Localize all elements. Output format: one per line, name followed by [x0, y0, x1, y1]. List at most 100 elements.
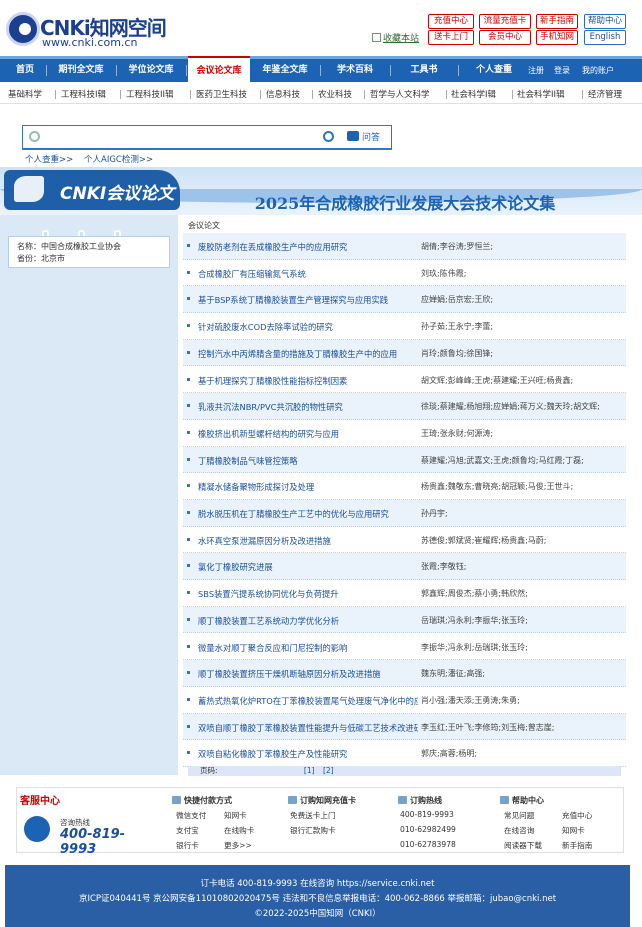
subject-information[interactable]: 信息科技: [266, 88, 300, 100]
site-footer: 订卡电话 400-819-9993 在线咨询 https://service.c…: [5, 865, 630, 927]
subnav-divider: [55, 90, 56, 99]
paper-row: 废胶防老剂在丢成橡胶生产中的应用研究 胡倩;李谷涛;罗恒兰;: [183, 233, 626, 260]
english-button[interactable]: English: [584, 30, 626, 45]
page-link-2[interactable]: [2]: [323, 766, 334, 775]
paper-title-link[interactable]: 针对硫胶废水COD去除率试验的研究: [198, 321, 418, 333]
free-delivery-link[interactable]: 免费送卡上门: [290, 810, 336, 821]
paper-title-link[interactable]: 丁腈橡胶制品气味管控策略: [198, 455, 418, 467]
subject-agriculture[interactable]: 农业科技: [318, 88, 352, 100]
search-submit-icon[interactable]: [323, 131, 334, 142]
bullet-icon: [187, 350, 190, 354]
nav-divider: [46, 65, 47, 76]
page-link-1[interactable]: [1]: [304, 766, 315, 775]
pay-wechat[interactable]: 微信支付: [176, 810, 206, 821]
paper-title-link[interactable]: 水环真空泵泄漏原因分析及改进措施: [198, 535, 418, 547]
nav-journals[interactable]: 期刊全文库: [50, 59, 112, 82]
paper-row: 基于机理探究丁腈橡胶性能指标控制因素 胡文辉;彭峰峰;王虎;蔡建耀;王兴旺;杨贵鑫…: [183, 367, 626, 394]
bullet-icon: [187, 404, 190, 408]
search-input[interactable]: [22, 125, 392, 150]
paper-title-link[interactable]: 橡胶挤出机新型螺杆结构的研究与应用: [198, 428, 418, 440]
bullet-icon: [187, 564, 190, 568]
bullet-icon: [187, 511, 190, 514]
nav-login[interactable]: 登录: [554, 59, 570, 82]
help-online-chat[interactable]: 在线咨询: [504, 825, 534, 836]
paper-title-link[interactable]: 顺丁橡胶装置挤压干燥机断轴原因分析及改进措施: [198, 668, 418, 680]
nav-encyclopedia[interactable]: 学术百科: [326, 59, 384, 82]
nav-my-account[interactable]: 我的账户: [582, 59, 614, 82]
paper-authors: 李玉红;王叶飞;李修筠;刘玉梅;曾志崖;: [421, 722, 555, 732]
subject-economics[interactable]: 经济管理: [588, 88, 622, 100]
subject-social-2[interactable]: 社会科学II辑: [517, 88, 565, 100]
help-center-title: 帮助中心: [500, 795, 544, 806]
pay-bank-card[interactable]: 银行卡: [176, 840, 199, 851]
nav-home[interactable]: 首页: [4, 59, 46, 82]
paper-title-link[interactable]: 废胶防老剂在丢成橡胶生产中的应用研究: [198, 241, 418, 253]
subject-engineering-2[interactable]: 工程科技II辑: [126, 88, 174, 100]
bullet-icon: [187, 724, 190, 728]
favorite-link[interactable]: 收藏本站: [372, 31, 419, 44]
paper-title-link[interactable]: 合成橡胶厂有压缩输氮气系统: [198, 268, 418, 280]
personal-check-link[interactable]: 个人查重>>: [25, 153, 73, 165]
pay-alipay[interactable]: 支付宝: [176, 825, 199, 836]
bullet-icon: [187, 457, 190, 461]
subject-philosophy[interactable]: 哲学与人文科学: [370, 88, 430, 100]
bank-transfer-link[interactable]: 银行汇款购卡: [290, 825, 336, 836]
nav-conference-active[interactable]: 会议论文库: [188, 56, 250, 83]
paper-title-link[interactable]: 精凝水储备聚物形成探讨及处理: [198, 481, 418, 493]
card-delivery-button[interactable]: 送卡上门: [428, 30, 474, 45]
paper-title-link[interactable]: 微量水对顺丁聚合反应和门尼控制的影响: [198, 642, 418, 654]
newbie-guide-button[interactable]: 新手指南: [536, 14, 578, 29]
nav-plagiarism-check[interactable]: 个人查重: [464, 59, 524, 82]
paper-title-link[interactable]: 乳液共沉法NBR/PVC共沉胶的物性研究: [198, 401, 418, 413]
paper-authors: 应婵娟;岳京宏;王欣;: [421, 295, 494, 305]
recharge-center-button[interactable]: 充值中心: [428, 14, 474, 29]
paper-title-link[interactable]: 蓄热式热氧化炉RTO在丁苯橡胶装置尾气处理废气净化中的应用: [198, 695, 418, 707]
pay-online-card[interactable]: 在线购卡: [224, 825, 254, 836]
paper-title-link[interactable]: 脱水脱压机在丁腈橡胶生产工艺中的优化与应用研究: [198, 508, 418, 520]
hotline-3: 010-62783978: [400, 840, 456, 849]
help-recharge[interactable]: 充值中心: [562, 810, 592, 821]
nav-reference-books[interactable]: 工具书: [396, 59, 452, 82]
paper-title-link[interactable]: 顺丁橡胶装置工艺系统动力学优化分析: [198, 615, 418, 627]
mobile-cnki-button[interactable]: 手机知网: [536, 30, 578, 45]
paper-title-link[interactable]: 双喷自粘化橡胶丁苯橡胶生产及性能研究: [198, 748, 418, 760]
traffic-card-button[interactable]: 流量充值卡: [479, 14, 531, 29]
help-cnki-card[interactable]: 知网卡: [562, 825, 585, 836]
paper-title-link[interactable]: SBS装置汽提系统协同优化与负荷提升: [198, 588, 418, 600]
help-center-button[interactable]: 帮助中心: [584, 14, 626, 29]
paper-authors: 蔡建耀;冯旭;武嘉文;王虎;颜鲁均;马红霞;丁磊;: [421, 455, 584, 465]
nav-yearbooks[interactable]: 年鉴全文库: [254, 59, 316, 82]
bullet-icon: [187, 697, 190, 701]
subject-social-1[interactable]: 社会科学I辑: [451, 88, 496, 100]
nav-divider: [458, 65, 459, 76]
pager-label: 页码:: [200, 766, 218, 775]
province-label: 省份：: [17, 254, 41, 263]
logo-url: www.cnki.com.cn: [42, 36, 138, 49]
paper-title-link[interactable]: 双喷自顺丁橡胶丁苯橡胶装置性能提升与低碳工艺技术改进研究: [198, 722, 418, 734]
help-newbie-guide[interactable]: 新手指南: [562, 840, 592, 851]
subject-engineering-1[interactable]: 工程科技I辑: [61, 88, 106, 100]
pay-more[interactable]: 更多>>: [224, 840, 252, 851]
member-center-button[interactable]: 会员中心: [479, 30, 531, 45]
paper-row: 双喷自顺丁橡胶丁苯橡胶装置性能提升与低碳工艺技术改进研究 李玉红;王叶飞;李修筠;…: [183, 713, 626, 741]
pager: 页码: [1] [2]: [188, 766, 621, 776]
nav-register[interactable]: 注册: [528, 59, 544, 82]
nav-dissertations[interactable]: 学位论文库: [120, 59, 182, 82]
help-reader-download[interactable]: 阅读器下载: [504, 840, 542, 851]
qa-button[interactable]: 问答: [347, 130, 380, 143]
headset-icon: [24, 816, 50, 842]
site-logo[interactable]: CNKi知网空间 www.cnki.com.cn: [6, 8, 167, 50]
subject-medicine[interactable]: 医药卫生科技: [196, 88, 247, 100]
aigc-check-link[interactable]: 个人AIGC检测>>: [84, 153, 153, 165]
paper-row: 合成橡胶厂有压缩输氮气系统 刘玖;陈伟霞;: [183, 260, 626, 287]
bullet-icon: [187, 617, 190, 621]
subject-basic-science[interactable]: 基础科学: [8, 88, 42, 100]
paper-title-link[interactable]: 基于机理探究丁腈橡胶性能指标控制因素: [198, 375, 418, 387]
col1-title-text: 快捷付款方式: [184, 796, 232, 805]
bullet-icon: [187, 751, 190, 755]
paper-title-link[interactable]: 氯化丁橡胶研究进展: [198, 561, 418, 573]
paper-title-link[interactable]: 基于BSP系统丁腈橡胶装置生产管理探究与应用实践: [198, 294, 418, 306]
pay-cnki-card[interactable]: 知网卡: [224, 810, 247, 821]
help-faq[interactable]: 常见问题: [504, 810, 534, 821]
paper-title-link[interactable]: 控制汽水中丙烯腈含量的措施及丁腈橡胶生产中的应用: [198, 348, 418, 360]
